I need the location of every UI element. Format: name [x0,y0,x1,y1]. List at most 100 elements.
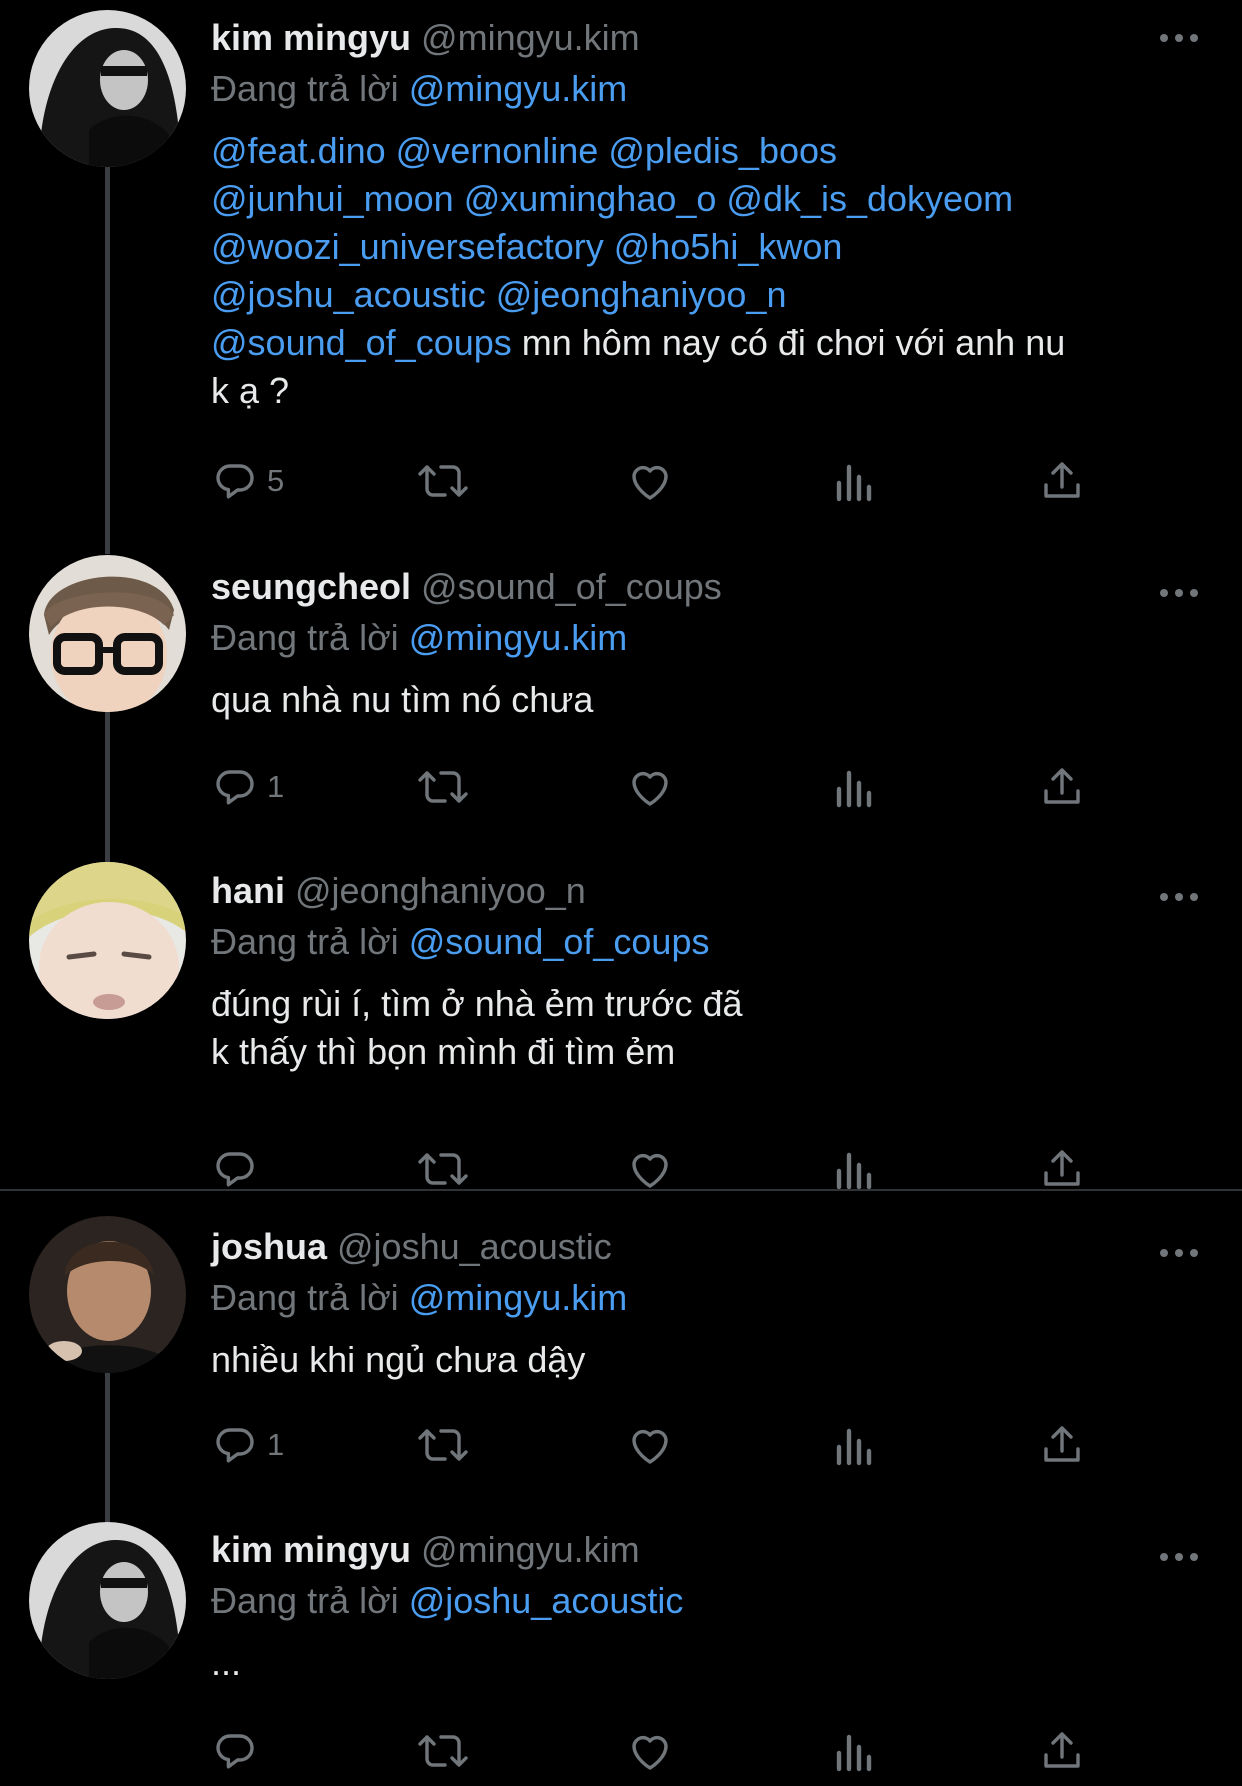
views-button[interactable] [833,1417,877,1473]
author-handle[interactable]: @joshu_acoustic [337,1226,612,1267]
like-icon [632,1735,668,1770]
more-options-button[interactable] [1159,1547,1199,1567]
tweet-content: kim mingyu @mingyu.kim Đang trả lời @ming… [211,13,1191,415]
more-options-button[interactable] [1159,28,1199,48]
share-button[interactable] [1038,453,1086,509]
dark-person-avatar-icon [29,1216,186,1373]
tweet[interactable]: kim mingyu @mingyu.kim Đang trả lời @ming… [0,0,1242,554]
more-options-button[interactable] [1159,1243,1199,1263]
author-name[interactable]: kim mingyu [211,1529,411,1570]
retweet-button[interactable] [415,1723,471,1779]
views-icon [836,1428,872,1466]
more-options-icon [1160,34,1198,42]
author-name[interactable]: joshua [211,1226,327,1267]
tweet[interactable]: kim mingyu @mingyu.kim Đang trả lời @josh… [0,1512,1242,1786]
replying-to: Đang trả lời @sound_of_coups [211,916,1191,968]
like-button[interactable] [626,759,674,815]
reply-icon [216,1152,254,1187]
reply-to-mention[interactable]: @mingyu.kim [409,617,628,658]
tweet-content: seungcheol @sound_of_coups Đang trả lời @… [211,562,1191,724]
reply-count: 1 [267,769,285,804]
more-options-icon [1160,1553,1198,1561]
hooded-figure-avatar-icon [29,10,186,167]
tweet-header: hani @jeonghaniyoo_n [211,866,1191,916]
share-button[interactable] [1038,759,1086,815]
retweet-icon [418,465,468,497]
tweet-text: qua nhà nu tìm nó chưa [211,679,594,720]
thread-line [105,710,110,865]
share-icon [1044,768,1080,804]
views-button[interactable] [833,759,877,815]
retweet-button[interactable] [415,1417,471,1473]
share-button[interactable] [1038,1723,1086,1779]
author-handle[interactable]: @mingyu.kim [421,1529,640,1570]
like-icon [632,771,668,806]
more-options-button[interactable] [1159,583,1199,603]
reply-icon [216,1734,254,1769]
reply-button[interactable] [211,1723,267,1779]
tweet-header: joshua @joshu_acoustic [211,1222,1191,1272]
like-button[interactable] [626,1723,674,1779]
tweet[interactable]: joshua @joshu_acoustic Đang trả lời @ming… [0,1206,1242,1528]
reply-to-mention[interactable]: @joshu_acoustic [409,1580,684,1621]
conversation-timeline: kim mingyu @mingyu.kim Đang trả lời @ming… [0,0,1242,1786]
reply-icon [216,464,254,499]
avatar[interactable] [29,555,186,712]
replying-to: Đang trả lời @mingyu.kim [211,1272,1191,1324]
author-name[interactable]: seungcheol [211,566,411,607]
more-options-button[interactable] [1159,887,1199,907]
author-name[interactable]: kim mingyu [211,17,411,58]
replying-to: Đang trả lời @mingyu.kim [211,63,1191,115]
more-options-icon [1160,893,1198,901]
reply-prefix: Đang trả lời [211,617,399,658]
like-button[interactable] [626,453,674,509]
reply-prefix: Đang trả lời [211,68,399,109]
reply-button[interactable]: 1 [211,759,284,815]
views-button[interactable] [833,1723,877,1779]
reply-count: 1 [267,1427,285,1462]
reply-to-mention[interactable]: @mingyu.kim [409,1277,628,1318]
tweet[interactable]: seungcheol @sound_of_coups Đang trả lời @… [0,545,1242,865]
reply-button[interactable]: 5 [211,453,284,509]
share-button[interactable] [1038,1417,1086,1473]
conversation-divider [0,1189,1242,1191]
tweet-header: kim mingyu @mingyu.kim [211,13,1191,63]
views-icon [836,1152,872,1190]
like-button[interactable] [626,1417,674,1473]
tweet-content: kim mingyu @mingyu.kim Đang trả lời @josh… [211,1525,1191,1687]
tweet-header: kim mingyu @mingyu.kim [211,1525,1191,1575]
avatar[interactable] [29,862,186,1019]
reply-prefix: Đang trả lời [211,1580,399,1621]
reply-to-mention[interactable]: @mingyu.kim [409,68,628,109]
tweet-content: joshua @joshu_acoustic Đang trả lời @ming… [211,1222,1191,1384]
more-options-icon [1160,589,1198,597]
retweet-button[interactable] [415,453,471,509]
tweet[interactable]: hani @jeonghaniyoo_n Đang trả lời @sound_… [0,852,1242,1190]
tweet-text: đúng rùi í, tìm ở nhà ẻm trước đã k thấy… [211,983,743,1072]
like-icon [632,465,668,500]
retweet-icon [418,1429,468,1461]
reply-to-mention[interactable]: @sound_of_coups [409,921,710,962]
reply-icon [216,770,254,805]
reply-prefix: Đang trả lời [211,1277,399,1318]
like-icon [632,1153,668,1188]
tweet-text: @feat.dino @vernonline @pledis_boos @jun… [211,127,1191,415]
reply-button[interactable]: 1 [211,1417,284,1473]
glasses-person-avatar-icon [29,555,186,712]
views-button[interactable] [833,453,877,509]
retweet-button[interactable] [415,759,471,815]
tweet-header: seungcheol @sound_of_coups [211,562,1191,612]
share-icon [1044,1732,1080,1768]
hooded-figure-avatar-icon [29,1522,186,1679]
thread-line [105,162,110,554]
share-icon [1044,1150,1080,1186]
avatar[interactable] [29,1522,186,1679]
author-handle[interactable]: @sound_of_coups [421,566,722,607]
avatar[interactable] [29,10,186,167]
retweet-icon [418,771,468,803]
author-name[interactable]: hani [211,870,285,911]
author-handle[interactable]: @mingyu.kim [421,17,640,58]
avatar[interactable] [29,1216,186,1373]
author-handle[interactable]: @jeonghaniyoo_n [295,870,586,911]
action-bar [211,1723,1111,1779]
